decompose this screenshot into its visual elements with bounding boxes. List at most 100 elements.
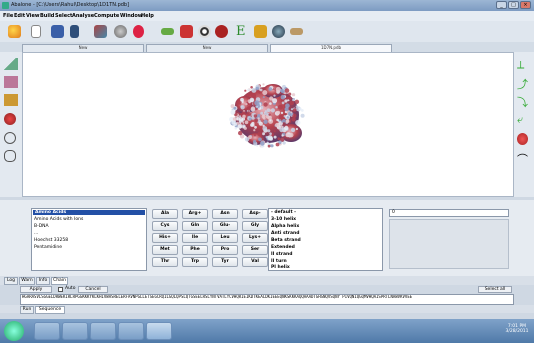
menu-help[interactable]: Help — [141, 13, 154, 19]
list-item[interactable]: Alpha helix — [271, 224, 299, 229]
list-item[interactable]: Amino Acids with Ions — [34, 217, 83, 222]
start-orb-icon[interactable] — [4, 321, 24, 341]
eye-icon[interactable] — [198, 25, 211, 38]
list-item[interactable]: ... — [34, 231, 38, 236]
list-item[interactable]: PI helix — [271, 265, 290, 270]
fragment-list[interactable]: Amino Acids Amino Acids with Ions B-DNA … — [31, 208, 147, 271]
tab-new-2[interactable]: New — [146, 44, 268, 52]
taskbar-ie-icon[interactable] — [34, 322, 60, 340]
arrow-icon[interactable] — [161, 28, 174, 35]
minimize-button[interactable]: _ — [496, 1, 507, 9]
edit-tool-icon[interactable] — [4, 58, 18, 70]
cancel-button[interactable]: Cancel — [78, 286, 108, 293]
menu-analyse[interactable]: Analyse — [72, 13, 94, 19]
tab-chain[interactable]: Chain — [51, 277, 68, 285]
tab-sequence[interactable]: Sequence — [35, 306, 65, 314]
auto-checkbox[interactable] — [58, 287, 63, 292]
ring2-tool-icon[interactable] — [4, 150, 16, 162]
select-all-button[interactable]: Select all — [478, 286, 512, 293]
menu-select[interactable]: Select — [55, 13, 72, 19]
sequence-field[interactable]: HGARASVLSGGELDRWEKIRLRPGGKKKYKLKHIVWASRE… — [20, 294, 514, 305]
close-button[interactable]: × — [520, 1, 531, 9]
list-item[interactable]: Amino Acids — [33, 210, 145, 215]
aa-button[interactable]: Ala — [152, 209, 178, 219]
taskbar-media-icon[interactable] — [90, 322, 116, 340]
molecule-viewport[interactable] — [22, 52, 514, 197]
aa-button[interactable]: Met — [152, 245, 178, 255]
aa-button[interactable]: Arg+ — [182, 209, 208, 219]
aa-button[interactable]: Lys+ — [242, 233, 268, 243]
new-file-icon[interactable] — [31, 25, 41, 38]
taskbar-abalone-icon[interactable] — [146, 322, 172, 340]
menu-compute[interactable]: Compute — [94, 13, 119, 19]
aa-button[interactable]: Ser — [242, 245, 268, 255]
lightbulb-icon[interactable] — [8, 25, 21, 38]
aa-button[interactable]: Asn — [212, 209, 238, 219]
menu-file[interactable]: File — [3, 13, 13, 19]
taskbar-chrome-icon[interactable] — [118, 322, 144, 340]
aa-button[interactable]: Val — [242, 257, 268, 267]
atom-tool-icon[interactable] — [4, 76, 18, 88]
dynamics-icon[interactable] — [180, 25, 193, 38]
aa-button[interactable]: Asp- — [242, 209, 268, 219]
menu-edit[interactable]: Edit — [14, 13, 25, 19]
color-tool-icon[interactable] — [517, 133, 528, 145]
aa-button[interactable]: Glu- — [212, 221, 238, 231]
list-item[interactable]: Hoechst 33258 — [34, 238, 68, 243]
aa-button[interactable]: Thr — [152, 257, 178, 267]
aa-button[interactable]: Leu — [212, 233, 238, 243]
save-icon[interactable] — [51, 25, 64, 38]
aa-button[interactable]: Pro — [212, 245, 238, 255]
surface-icon[interactable] — [215, 25, 228, 38]
gear-icon[interactable] — [114, 25, 127, 38]
value-combobox[interactable]: 0 — [389, 209, 509, 217]
list-item[interactable]: II strand — [271, 252, 292, 257]
save-as-icon[interactable] — [70, 25, 79, 38]
apply-button[interactable]: Apply — [20, 286, 52, 293]
zoom-tool-icon[interactable]: ⤵ — [517, 94, 531, 109]
list-item[interactable]: - default - — [271, 210, 296, 215]
tab-warn[interactable]: Warn — [19, 277, 35, 285]
menu-view[interactable]: View — [26, 13, 40, 19]
tab-log[interactable]: Log — [4, 277, 18, 285]
maximize-button[interactable]: □ — [508, 1, 519, 9]
aa-button[interactable]: Phe — [182, 245, 208, 255]
fragment-icon[interactable] — [254, 25, 267, 38]
molecule-icon[interactable] — [94, 25, 107, 38]
list-item[interactable]: B-DNA — [34, 224, 49, 229]
menu-build[interactable]: Build — [40, 13, 54, 19]
helix-icon[interactable] — [133, 25, 144, 38]
aa-button[interactable]: Gln — [182, 221, 208, 231]
aa-button[interactable]: Tyr — [212, 257, 238, 267]
aa-button[interactable]: Trp — [182, 257, 208, 267]
tab-1d7n-pdb[interactable]: 1D7N.pdb — [270, 44, 392, 52]
ring-tool-icon[interactable] — [4, 132, 16, 144]
ball-tool-icon[interactable] — [4, 113, 16, 125]
secondary-structure-list[interactable]: - default - 3-10 helix Alpha helix Anti … — [268, 208, 383, 271]
list-item[interactable]: Anti strand — [271, 231, 299, 236]
energy-icon[interactable]: E — [236, 24, 246, 39]
aa-button[interactable]: Cys — [152, 221, 178, 231]
translate-tool-icon[interactable]: ⤴ — [517, 76, 531, 91]
list-item[interactable]: 3-10 helix — [271, 217, 296, 222]
system-clock[interactable]: 7:01 PM 3/28/2011 — [502, 324, 532, 334]
taskbar-explorer-icon[interactable] — [62, 322, 88, 340]
aa-button[interactable]: Ile — [182, 233, 208, 243]
list-item[interactable]: Pentamidine — [34, 245, 62, 250]
tab-info[interactable]: Info — [36, 277, 50, 285]
list-item[interactable]: II turn — [271, 259, 287, 264]
bond-tool-icon[interactable] — [4, 94, 18, 106]
list-item[interactable]: Extended — [271, 245, 295, 250]
lasso-tool-icon[interactable]: ⌒ — [517, 151, 531, 166]
list-item[interactable]: Beta strand — [271, 238, 301, 243]
rotate-tool-icon[interactable]: ⟂ — [517, 58, 531, 71]
aa-button[interactable]: His+ — [152, 233, 178, 243]
tab-run[interactable]: Run — [20, 306, 34, 314]
title-bar: Abalone - [C:\Users\Rahul\Desktop\1D1TN.… — [0, 0, 534, 11]
sphere-icon[interactable] — [272, 25, 285, 38]
move-tool-icon[interactable]: ⤶ — [517, 113, 531, 126]
tab-new-1[interactable]: New — [22, 44, 144, 52]
helicopter-icon[interactable] — [290, 28, 303, 35]
aa-button[interactable]: Gly — [242, 221, 268, 231]
menu-window[interactable]: Window — [120, 13, 142, 19]
